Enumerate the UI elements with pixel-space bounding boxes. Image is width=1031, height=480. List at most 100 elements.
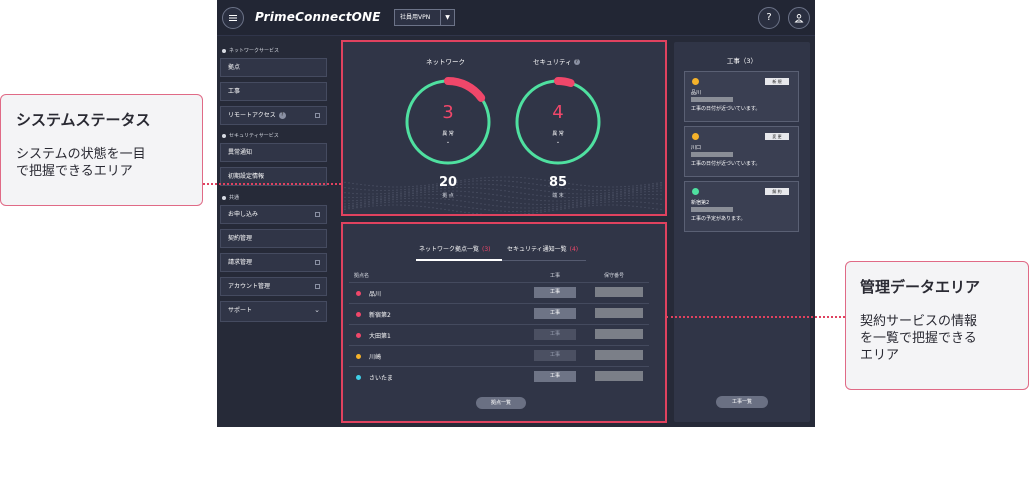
work-button[interactable]: 工事 bbox=[534, 371, 576, 382]
work-button[interactable]: 工事 bbox=[534, 329, 576, 340]
callout-body-line: で把握できるエリア bbox=[16, 164, 133, 179]
card-type-tag: 解 約 bbox=[765, 188, 789, 195]
security-gauge-alert-arc bbox=[554, 77, 575, 88]
construction-card[interactable]: 新 規品川工事の日付が近づいています。 bbox=[684, 71, 799, 122]
status-dot bbox=[356, 375, 361, 380]
sidebar-item-sites[interactable]: 拠点 bbox=[220, 58, 327, 77]
table-row[interactable]: 川崎 工事 bbox=[349, 345, 649, 366]
sidebar-item-label: 工事 bbox=[228, 88, 241, 95]
sidebar-item-label: サポート bbox=[228, 307, 253, 314]
sidebar-section-network: ネットワークサービス bbox=[222, 47, 279, 54]
system-callout-connector bbox=[203, 183, 341, 185]
work-button[interactable]: 工事 bbox=[534, 287, 576, 298]
status-dot bbox=[356, 333, 361, 338]
site-list-button[interactable]: 拠点一覧 bbox=[476, 397, 526, 409]
work-button[interactable]: 工事 bbox=[534, 350, 576, 361]
card-type-tag: 新 規 bbox=[765, 78, 789, 85]
status-dot-icon bbox=[692, 78, 699, 85]
sidebar-item-construction[interactable]: 工事 bbox=[220, 82, 327, 101]
maintenance-number-masked bbox=[595, 371, 643, 381]
security-title: セキュリティ? bbox=[533, 56, 580, 66]
tab-count: (4) bbox=[569, 246, 579, 253]
status-dot bbox=[356, 291, 361, 296]
sidebar-item-label: 拠点 bbox=[228, 64, 241, 71]
network-title: ネットワーク bbox=[426, 58, 465, 66]
chevron-down-icon: ⌄ bbox=[314, 306, 320, 314]
app-window: PrimeConnectONE 社員用VPN ▼ ? ネットワークサービス 拠点… bbox=[217, 0, 815, 427]
callout-body-line: 契約サービスの情報 bbox=[860, 314, 978, 329]
tab-label: ネットワーク拠点一覧 bbox=[419, 246, 480, 253]
construction-card[interactable]: 解 約新宿第2 工事の予定があります。 bbox=[684, 181, 799, 232]
tab-security-alerts[interactable]: セキュリティ通知一覧 (4) bbox=[507, 244, 578, 253]
construction-panel: 工事（3） 新 規品川 工事の日付が近づいています。変 更川口 工事の日付が近づいて… bbox=[674, 42, 810, 422]
site-count: 20 bbox=[438, 175, 458, 190]
table-row[interactable]: さいたま 工事 bbox=[349, 366, 649, 387]
sidebar-item-label: リモートアクセス bbox=[228, 112, 276, 119]
site-name: さいたま bbox=[369, 375, 393, 382]
network-gauge-alert-arc bbox=[444, 77, 486, 102]
device-count-label: 端 末 bbox=[552, 193, 564, 199]
card-masked-info bbox=[691, 97, 733, 102]
callout-title: 管理データエリア bbox=[860, 278, 981, 296]
external-link-icon bbox=[315, 113, 320, 118]
sidebar-item-billing[interactable]: 請求管理 bbox=[220, 253, 327, 272]
sidebar-item-label: お申し込み bbox=[228, 211, 259, 218]
sidebar-item-label: 初期設定情報 bbox=[228, 173, 265, 180]
management-data-callout: 管理データエリア 契約サービスの情報 を一覧で把握できる エリア bbox=[845, 261, 1029, 390]
callout-title: システムステータス bbox=[16, 111, 151, 129]
status-dot-icon bbox=[692, 188, 699, 195]
column-header-site: 拠点名 bbox=[354, 273, 370, 279]
dropdown-arrow-icon: ▼ bbox=[440, 10, 454, 25]
card-masked-info bbox=[691, 152, 733, 157]
hamburger-icon[interactable] bbox=[222, 7, 244, 29]
card-site-name: 川口 bbox=[691, 145, 702, 151]
sidebar-item-label: 契約管理 bbox=[228, 235, 253, 242]
security-expand-icon[interactable]: ⌄ bbox=[538, 139, 578, 145]
card-site-name: 品川 bbox=[691, 90, 702, 96]
tab-network-sites[interactable]: ネットワーク拠点一覧 (3) bbox=[419, 244, 491, 253]
sidebar-item-support[interactable]: サポート ⌄ bbox=[220, 301, 327, 322]
network-expand-icon[interactable]: ⌄ bbox=[428, 139, 468, 145]
card-message: 工事の予定があります。 bbox=[691, 216, 746, 222]
sidebar-item-contracts[interactable]: 契約管理 bbox=[220, 229, 327, 248]
sidebar-item-alerts[interactable]: 異常通知 bbox=[220, 143, 327, 162]
user-icon[interactable] bbox=[788, 7, 810, 29]
maintenance-number-masked bbox=[595, 287, 643, 297]
vpn-select-value: 社員用VPN bbox=[400, 14, 431, 21]
management-data-panel: ネットワーク拠点一覧 (3) セキュリティ通知一覧 (4) 拠点名 工事 保守番号 … bbox=[341, 222, 667, 423]
table-row[interactable]: 品川 工事 bbox=[349, 282, 649, 303]
system-status-panel: ネットワーク セキュリティ? 3 異 常 ⌄ 4 異 常 ⌄ 20 拠 点 85… bbox=[341, 40, 667, 216]
card-message: 工事の日付が近づいています。 bbox=[691, 106, 761, 112]
maintenance-number-masked bbox=[595, 350, 643, 360]
column-header-number: 保守番号 bbox=[604, 273, 625, 279]
security-title-label: セキュリティ bbox=[533, 58, 572, 66]
callout-body-line: システムの状態を一目 bbox=[16, 147, 146, 162]
help-button[interactable]: ? bbox=[758, 7, 780, 29]
table-row[interactable]: 新宿第2 工事 bbox=[349, 303, 649, 324]
network-alert-count[interactable]: 3 bbox=[428, 102, 468, 123]
tab-count: (3) bbox=[482, 246, 491, 253]
maintenance-number-masked bbox=[595, 308, 643, 318]
system-status-callout: システムステータス システムの状態を一目 で把握できるエリア bbox=[0, 94, 203, 206]
device-count: 85 bbox=[548, 175, 568, 190]
security-alert-count[interactable]: 4 bbox=[538, 102, 578, 123]
sidebar-item-apply[interactable]: お申し込み bbox=[220, 205, 327, 224]
construction-card[interactable]: 変 更川口 工事の日付が近づいています。 bbox=[684, 126, 799, 177]
status-dot bbox=[356, 312, 361, 317]
callout-body-line: エリア bbox=[860, 348, 900, 363]
tab-label: セキュリティ通知一覧 bbox=[507, 246, 567, 253]
external-link-icon bbox=[315, 284, 320, 289]
sidebar-item-remote-access[interactable]: リモートアクセス? bbox=[220, 106, 327, 125]
help-icon: ? bbox=[573, 59, 580, 65]
table-row[interactable]: 大田第1 工事 bbox=[349, 324, 649, 345]
work-button[interactable]: 工事 bbox=[534, 308, 576, 319]
app-logo: PrimeConnectONE bbox=[255, 10, 381, 24]
vpn-select[interactable]: 社員用VPN ▼ bbox=[394, 9, 455, 26]
wave-background bbox=[344, 176, 662, 214]
sidebar-section-security: セキュリティサービス bbox=[222, 132, 279, 139]
site-name: 大田第1 bbox=[369, 333, 391, 340]
construction-list-button[interactable]: 工事一覧 bbox=[716, 396, 768, 408]
help-badge-icon: ? bbox=[278, 112, 286, 119]
top-bar: PrimeConnectONE 社員用VPN ▼ ? bbox=[217, 0, 815, 36]
sidebar-item-accounts[interactable]: アカウント管理 bbox=[220, 277, 327, 296]
